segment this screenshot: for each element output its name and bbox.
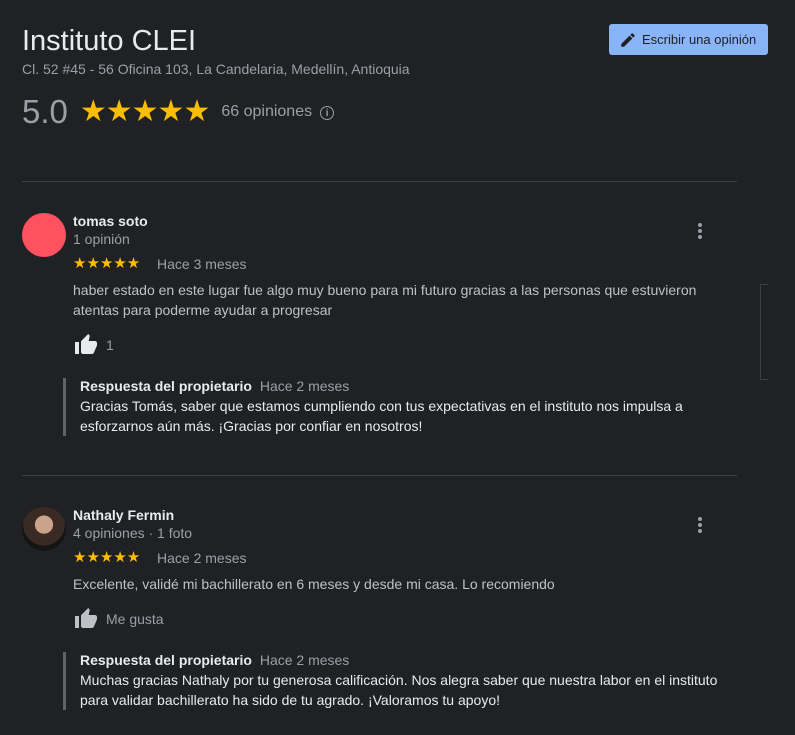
review-stars: ★★★★★ — [73, 255, 141, 272]
owner-response: Respuesta del propietario Hace 2 meses G… — [63, 378, 740, 436]
business-address: Cl. 52 #45 - 56 Oficina 103, La Candelar… — [22, 61, 410, 77]
pencil-icon — [619, 31, 637, 49]
review-stars: ★★★★★ — [73, 549, 141, 566]
divider — [22, 181, 737, 182]
review-date: Hace 3 meses — [157, 256, 247, 272]
like-count: 1 — [106, 337, 114, 353]
thumbs-up-icon — [75, 608, 97, 628]
review-author-meta: 4 opiniones · 1 foto — [73, 525, 193, 541]
like-button[interactable]: 1 — [73, 333, 114, 357]
owner-response-title: Respuesta del propietario — [80, 652, 252, 668]
review-date: Hace 2 meses — [157, 550, 247, 566]
like-label: Me gusta — [106, 611, 164, 627]
divider — [22, 475, 737, 476]
write-review-label: Escribir una opinión — [642, 32, 757, 47]
rating-stars: ★★★★★ — [79, 95, 210, 128]
review-author[interactable]: tomas soto — [73, 213, 148, 229]
owner-response-title: Respuesta del propietario — [80, 378, 252, 394]
info-icon[interactable]: i — [320, 106, 335, 120]
owner-response-date: Hace 2 meses — [259, 378, 350, 394]
review-text: haber estado en este lugar fue algo muy … — [73, 282, 697, 318]
owner-response-text: Muchas gracias Nathaly por tu generosa c… — [80, 672, 718, 708]
thumbs-up-icon — [75, 334, 97, 354]
more-options-icon[interactable] — [692, 515, 708, 535]
more-options-icon[interactable] — [692, 221, 708, 241]
review-text: Excelente, validé mi bachillerato en 6 m… — [73, 576, 555, 592]
write-review-button[interactable]: Escribir una opinión — [609, 24, 768, 55]
review-author[interactable]: Nathaly Fermin — [73, 507, 174, 523]
owner-response-text: Gracias Tomás, saber que estamos cumplie… — [80, 398, 683, 434]
business-name: Instituto CLEI — [22, 25, 197, 57]
like-button[interactable]: Me gusta — [73, 607, 164, 631]
rating-value: 5.0 — [22, 93, 68, 130]
avatar[interactable] — [22, 213, 66, 257]
review-count[interactable]: 66 opiniones — [221, 103, 312, 121]
owner-response: Respuesta del propietario Hace 2 meses M… — [63, 652, 740, 710]
review-author-meta: 1 opinión — [73, 231, 130, 247]
rating-summary: 5.0 ★★★★★ 66 opiniones i — [22, 93, 335, 131]
scrollbar[interactable] — [760, 284, 768, 380]
avatar[interactable] — [22, 507, 66, 551]
owner-response-date: Hace 2 meses — [259, 652, 350, 668]
